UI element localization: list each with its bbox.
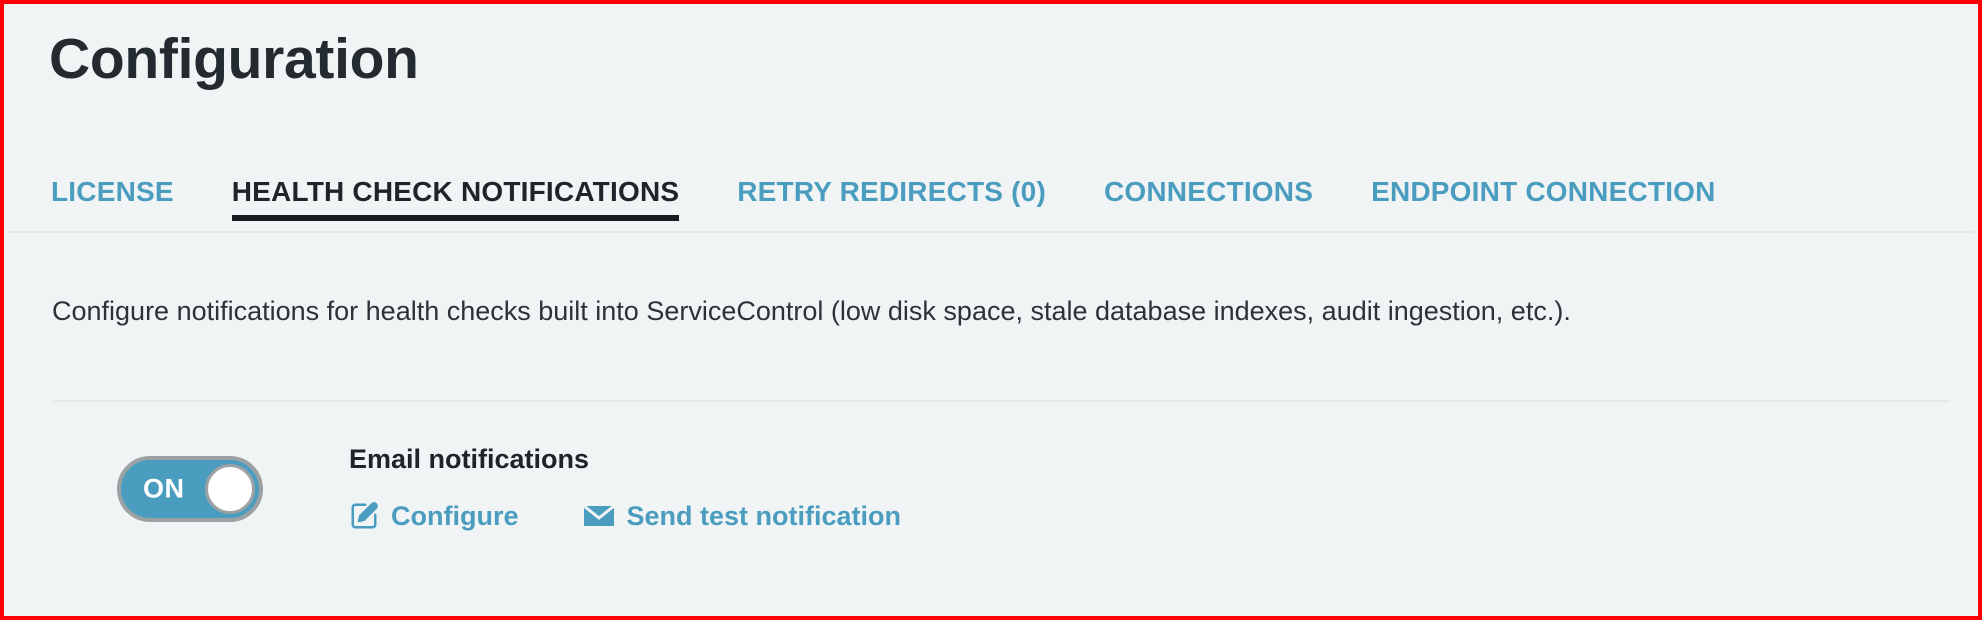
- tab-label: RETRY REDIRECTS (0): [737, 176, 1046, 207]
- setting-title: Email notifications: [349, 444, 590, 474]
- tab-endpoint-connection[interactable]: ENDPOINT CONNECTION: [1371, 167, 1715, 233]
- toggle-state-label: ON: [143, 473, 185, 504]
- send-test-notification-link-label: Send test notification: [626, 501, 902, 531]
- tab-bar: LICENSE HEALTH CHECK NOTIFICATIONS RETRY…: [51, 167, 1958, 233]
- tab-retry-redirects[interactable]: RETRY REDIRECTS (0): [737, 167, 1046, 233]
- tab-label: LICENSE: [51, 176, 174, 207]
- tab-label: ENDPOINT CONNECTION: [1371, 176, 1716, 207]
- tab-health-check-notifications[interactable]: HEALTH CHECK NOTIFICATIONS: [231, 167, 680, 233]
- configure-link-label: Configure: [391, 501, 519, 531]
- setting-actions: Configure Send test notification: [349, 500, 965, 532]
- toggle-knob[interactable]: [205, 464, 255, 514]
- configuration-page: Configuration LICENSE HEALTH CHECK NOTIF…: [0, 0, 1982, 620]
- envelope-icon: [582, 503, 615, 529]
- send-test-notification-link[interactable]: Send test notification: [582, 500, 902, 532]
- section-divider: [54, 400, 1950, 402]
- tab-label: CONNECTIONS: [1103, 176, 1314, 207]
- configure-link[interactable]: Configure: [349, 500, 519, 532]
- setting-body: Email notifications Configure Send test …: [349, 442, 965, 532]
- email-notifications-setting-row: ON Email notifications Configure Send te…: [4, 442, 1978, 572]
- edit-pencil-square-icon: [349, 501, 379, 531]
- page-title: Configuration: [49, 27, 419, 91]
- tab-license[interactable]: LICENSE: [51, 167, 174, 233]
- tab-label: HEALTH CHECK NOTIFICATIONS: [231, 176, 680, 207]
- email-notifications-toggle[interactable]: ON: [117, 456, 263, 522]
- tab-connections[interactable]: CONNECTIONS: [1104, 167, 1313, 233]
- tab-bar-divider: [8, 231, 1974, 233]
- panel-description: Configure notifications for health check…: [52, 296, 1571, 326]
